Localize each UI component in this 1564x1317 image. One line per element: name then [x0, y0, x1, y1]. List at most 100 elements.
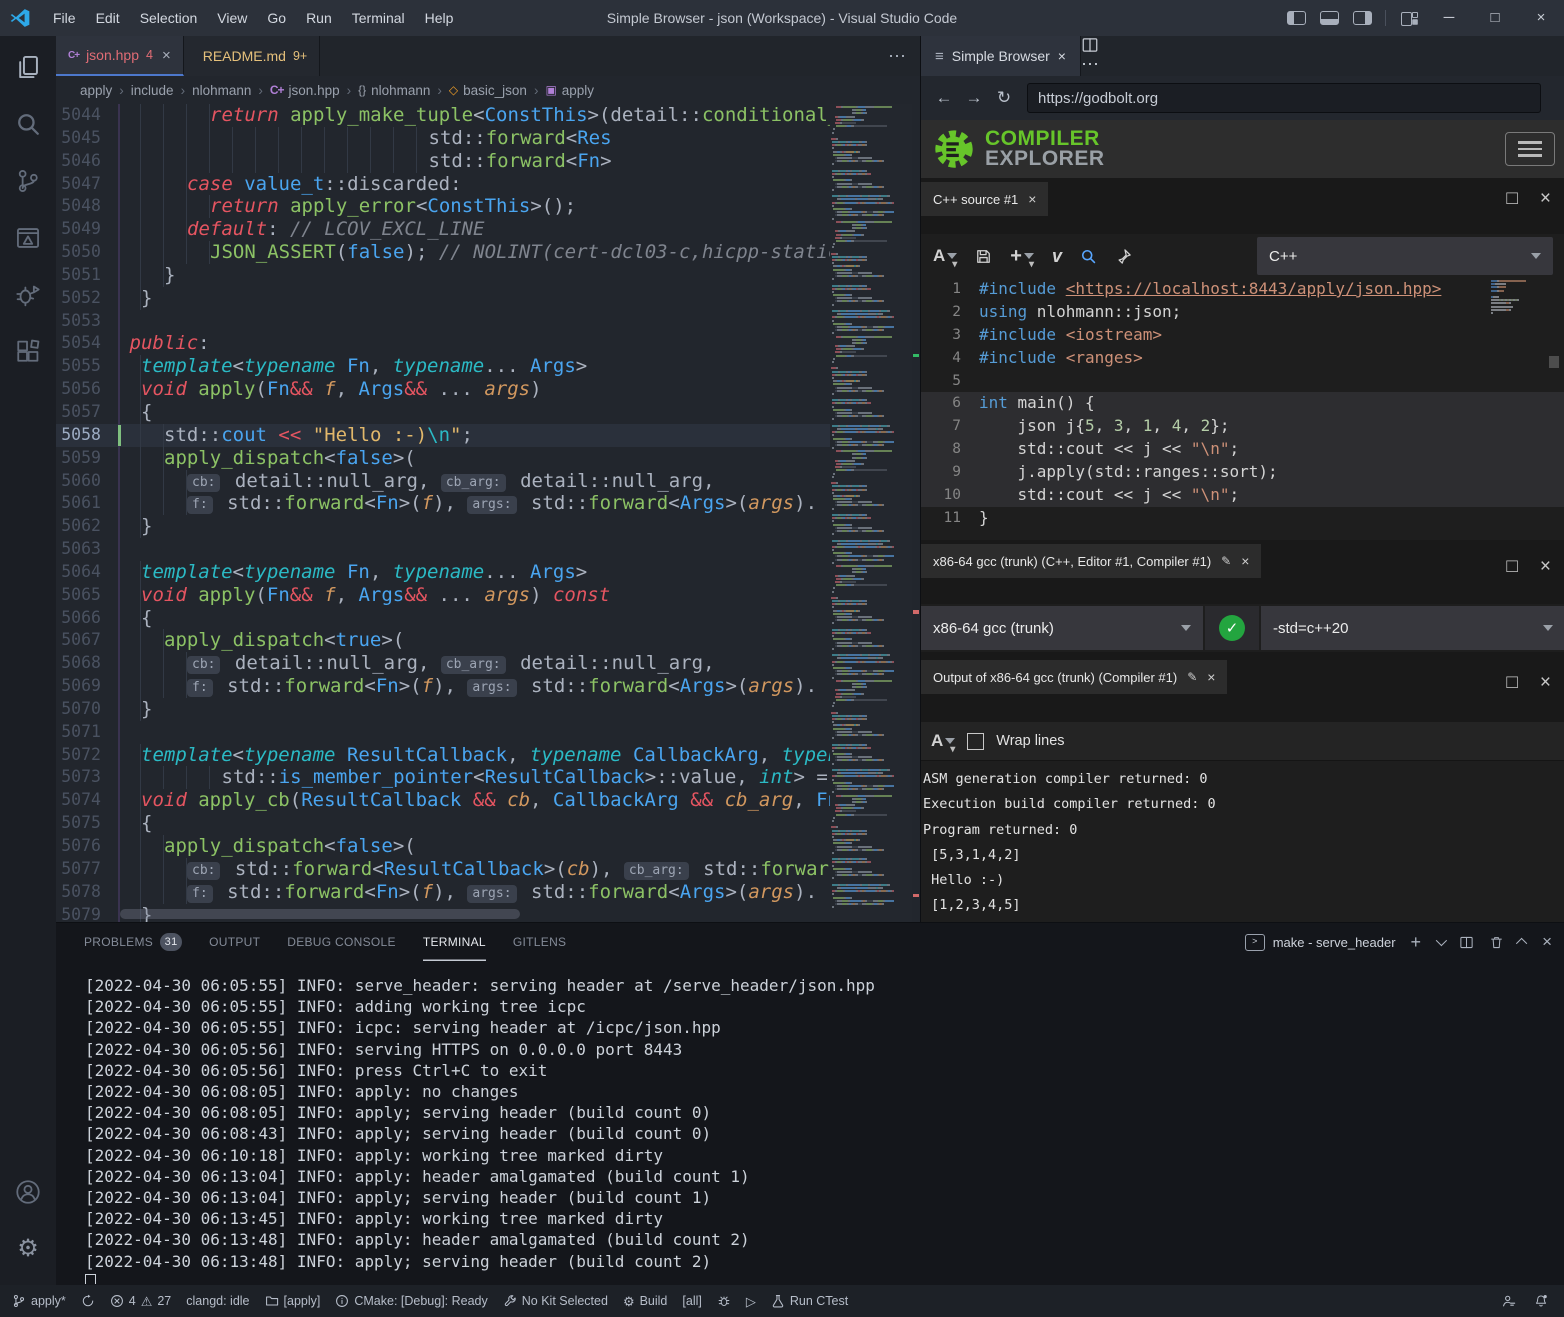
- menu-item-go[interactable]: Go: [257, 0, 296, 36]
- minimize-button[interactable]: ─: [1426, 0, 1472, 36]
- back-icon[interactable]: ←: [931, 88, 957, 108]
- font-size-button[interactable]: A▾: [931, 731, 955, 751]
- panel-tab-output[interactable]: OUTPUT: [209, 923, 260, 961]
- activity-item-explorer[interactable]: [4, 41, 52, 93]
- wrap-lines-checkbox[interactable]: [967, 733, 984, 750]
- compiler-select[interactable]: x86-64 gcc (trunk): [921, 606, 1203, 650]
- activity-item-search[interactable]: [4, 98, 52, 150]
- status-item-debug-launch[interactable]: [717, 1294, 731, 1308]
- maximize-pane-icon[interactable]: □: [1506, 556, 1517, 578]
- tab-json.hpp[interactable]: C+json.hpp4×: [56, 36, 184, 76]
- status-item-problems-summary[interactable]: 4⚠27: [110, 1294, 172, 1308]
- breadcrumb-item-apply[interactable]: apply: [80, 83, 112, 98]
- status-item-cmake-kit[interactable]: No Kit Selected: [503, 1294, 608, 1308]
- activity-item-extensions[interactable]: [4, 326, 52, 378]
- compiler-options-input[interactable]: -std=c++20: [1261, 606, 1564, 650]
- menu-item-terminal[interactable]: Terminal: [342, 0, 415, 36]
- add-pane-button[interactable]: +▾: [1010, 245, 1034, 268]
- godbolt-scrollbar[interactable]: [1549, 356, 1559, 368]
- url-input[interactable]: https://godbolt.org: [1027, 83, 1541, 113]
- close-pane-icon[interactable]: ×: [1540, 556, 1551, 578]
- godbolt-source-editor[interactable]: 1#include <https://localhost:8443/apply/…: [921, 278, 1564, 540]
- activity-item-run-debug[interactable]: [4, 269, 52, 321]
- source-pane-tab[interactable]: C++ source #1 ×: [921, 182, 1048, 216]
- close-pane-icon[interactable]: ×: [1540, 188, 1551, 210]
- menu-item-help[interactable]: Help: [415, 0, 464, 36]
- status-item-cmake-build[interactable]: ⚙Build: [623, 1294, 667, 1308]
- toggle-panel-icon[interactable]: [1320, 11, 1339, 25]
- rename-icon[interactable]: ✎: [1221, 554, 1231, 568]
- code-editor[interactable]: 5044return apply_make_tuple<ConstThis>(d…: [56, 104, 920, 922]
- breadcrumb-item-nlohmann[interactable]: {}nlohmann: [358, 83, 430, 98]
- pin-icon[interactable]: [1115, 248, 1132, 265]
- status-item-notifications[interactable]: [1534, 1294, 1548, 1308]
- kill-terminal-icon[interactable]: [1489, 935, 1504, 950]
- menu-item-run[interactable]: Run: [296, 0, 342, 36]
- status-item-run-ctest[interactable]: Run CTest: [771, 1294, 848, 1308]
- close-pane-icon[interactable]: ×: [1540, 672, 1551, 694]
- terminal-output[interactable]: [2022-04-30 06:05:55] INFO: serve_header…: [85, 975, 1556, 1284]
- breadcrumb[interactable]: apply›include›nlohmann›C+json.hpp›{}nloh…: [56, 76, 920, 104]
- save-icon[interactable]: [975, 248, 992, 265]
- close-icon[interactable]: ×: [1207, 669, 1215, 685]
- tab-README.md[interactable]: README.md9+: [184, 36, 321, 76]
- breadcrumb-item-include[interactable]: include: [131, 83, 174, 98]
- search-icon[interactable]: [1080, 248, 1097, 265]
- breadcrumb-item-basic_json[interactable]: ◇basic_json: [449, 83, 527, 98]
- status-item-run-launch[interactable]: ▷: [746, 1295, 756, 1308]
- close-icon[interactable]: ×: [1028, 191, 1036, 207]
- close-icon[interactable]: ×: [162, 47, 171, 64]
- close-panel-icon[interactable]: ×: [1542, 932, 1552, 952]
- maximize-pane-icon[interactable]: □: [1506, 188, 1517, 210]
- breadcrumb-item-nlohmann[interactable]: nlohmann: [192, 83, 251, 98]
- breadcrumb-item-json.hpp[interactable]: C+json.hpp: [270, 83, 340, 98]
- vim-mode-icon[interactable]: v: [1052, 246, 1062, 267]
- split-terminal-icon[interactable]: [1459, 935, 1474, 950]
- reload-icon[interactable]: ↻: [991, 88, 1017, 108]
- status-item-active-folder[interactable]: [apply]: [265, 1294, 321, 1308]
- compiler-explorer-wordmark[interactable]: COMPILER EXPLORER: [985, 129, 1105, 169]
- more-actions-icon[interactable]: ⋯: [888, 36, 906, 76]
- output-pane-tab[interactable]: Output of x86-64 gcc (trunk) (Compiler #…: [921, 660, 1227, 694]
- activity-item-settings[interactable]: ⚙: [4, 1223, 52, 1275]
- menu-item-file[interactable]: File: [43, 0, 86, 36]
- status-item-feedback[interactable]: [1502, 1294, 1516, 1308]
- godbolt-menu-icon[interactable]: [1505, 132, 1555, 166]
- activity-item-accounts[interactable]: [4, 1166, 52, 1218]
- forward-icon[interactable]: →: [961, 88, 987, 108]
- status-item-sync-changes[interactable]: [81, 1294, 95, 1308]
- maximize-panel-icon[interactable]: [1516, 938, 1527, 949]
- menu-item-edit[interactable]: Edit: [86, 0, 130, 36]
- close-icon[interactable]: ×: [1058, 48, 1066, 64]
- horizontal-scrollbar[interactable]: [120, 909, 520, 919]
- compiler-pane-tab[interactable]: x86-64 gcc (trunk) (C++, Editor #1, Comp…: [921, 544, 1261, 578]
- toggle-sidebar-icon[interactable]: [1287, 11, 1306, 25]
- status-item-cmake-status[interactable]: CMake: [Debug]: Ready: [335, 1294, 487, 1308]
- maximize-pane-icon[interactable]: □: [1506, 672, 1517, 694]
- language-select[interactable]: C++: [1257, 237, 1553, 275]
- activity-item-source-control[interactable]: [4, 155, 52, 207]
- status-item-clangd-status[interactable]: clangd: idle: [186, 1294, 249, 1308]
- panel-tab-gitlens[interactable]: GITLENS: [513, 923, 566, 961]
- close-icon[interactable]: ×: [1241, 553, 1249, 569]
- panel-tab-debug-console[interactable]: DEBUG CONSOLE: [287, 923, 396, 961]
- close-window-button[interactable]: ×: [1518, 0, 1564, 36]
- tab-simple-browser[interactable]: ≡ Simple Browser ×: [921, 36, 1081, 76]
- customize-layout-icon[interactable]: [1399, 12, 1419, 24]
- terminal-instance[interactable]: > make - serve_header: [1245, 934, 1396, 951]
- rename-icon[interactable]: ✎: [1187, 670, 1197, 684]
- status-item-build-target[interactable]: [all]: [682, 1294, 701, 1308]
- minimap[interactable]: [830, 104, 912, 922]
- new-terminal-icon[interactable]: +: [1411, 932, 1422, 953]
- menu-item-view[interactable]: View: [207, 0, 257, 36]
- split-editor-icon[interactable]: [1081, 36, 1099, 54]
- terminal-dropdown-icon[interactable]: [1436, 935, 1447, 946]
- font-size-button[interactable]: A▾: [933, 246, 957, 266]
- editor-code-lines[interactable]: 5044return apply_make_tuple<ConstThis>(d…: [56, 104, 830, 922]
- maximize-button[interactable]: □: [1472, 0, 1518, 36]
- activity-item-cmake[interactable]: [4, 212, 52, 264]
- status-item-git-branch[interactable]: apply*: [12, 1294, 66, 1308]
- menu-item-selection[interactable]: Selection: [130, 0, 208, 36]
- panel-tab-problems[interactable]: PROBLEMS31: [84, 923, 182, 961]
- more-actions-icon[interactable]: ⋯: [1081, 54, 1099, 74]
